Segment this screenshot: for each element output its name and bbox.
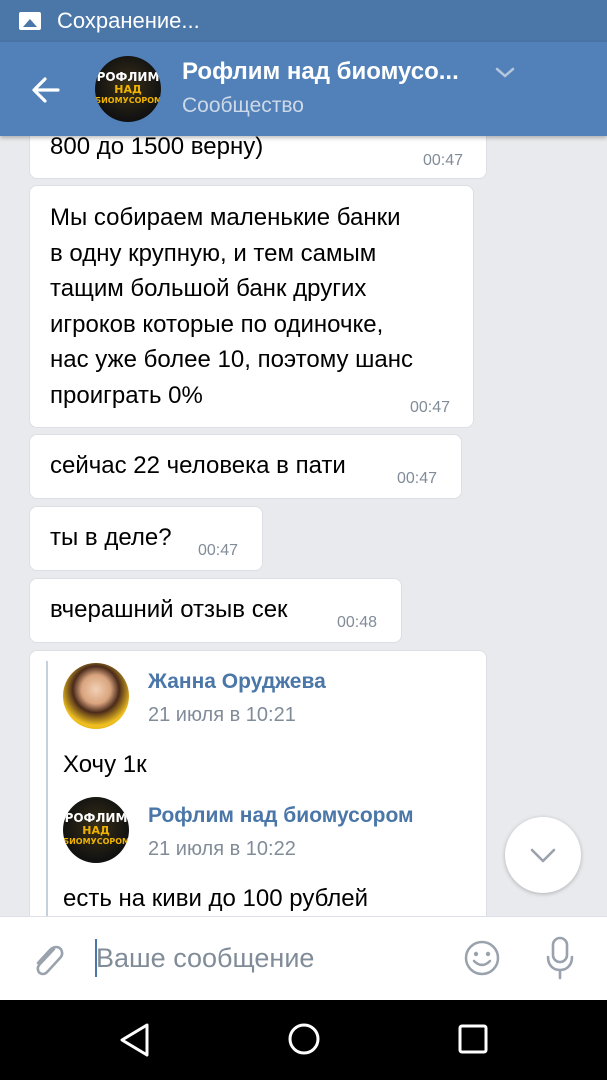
forward-author[interactable]: Жанна Оруджева [148, 670, 326, 694]
nav-recents-icon[interactable] [458, 1024, 488, 1054]
message-text: ты в деле? [50, 524, 172, 551]
logo-line-2: НАД [82, 824, 110, 837]
message-line: нас уже более 10, поэтому шанс [50, 346, 413, 373]
status-text: Сохранение... [57, 8, 200, 33]
message-line: Мы собираем маленькие банки [50, 204, 401, 231]
back-arrow-icon[interactable] [28, 72, 64, 108]
message-bubble[interactable]: ты в деле? 00:47 [29, 506, 263, 571]
message-bubble[interactable]: сейчас 22 человека в пати 00:47 [29, 434, 462, 499]
smile-icon[interactable] [463, 939, 501, 977]
message-time: 00:48 [337, 614, 378, 631]
chat-header: РОФЛИМ НАД БИОМУСОРОМ Рофлим над биомусо… [0, 42, 607, 136]
message-line: в одну крупную, и тем самым [50, 239, 377, 267]
message-line: игроков которые по одиночке, [50, 310, 384, 338]
logo-line-1: РОФЛИМ [64, 811, 128, 825]
nav-back-icon[interactable] [117, 1022, 151, 1058]
forward-date: 21 июля в 10:21 [148, 704, 296, 726]
forward-author[interactable]: Рофлим над биомусором [148, 804, 414, 828]
system-nav-bar [0, 1000, 607, 1080]
message-time: 00:47 [410, 399, 451, 416]
message-list[interactable]: 800 до 1500 верну) 00:47 Мы собираем мал… [0, 136, 607, 916]
forward-quote-line [46, 661, 48, 916]
chat-title[interactable]: Рофлим над биомусо... [182, 58, 459, 86]
scroll-down-button[interactable] [505, 817, 581, 893]
chevron-down-icon[interactable] [494, 66, 516, 80]
chevron-down-icon [530, 848, 556, 863]
forward-text: есть на киви до 100 рублей [63, 885, 369, 912]
forward-date: 21 июля в 10:22 [148, 838, 296, 860]
logo-line-3: БИОМУСОРОМ [95, 96, 161, 105]
image-icon [19, 12, 41, 30]
status-bar: Сохранение... [0, 0, 607, 42]
message-bubble[interactable]: 800 до 1500 верну) 00:47 [29, 136, 487, 179]
chat-subtitle: Сообщество [182, 94, 304, 117]
microphone-icon[interactable] [544, 935, 576, 981]
message-composer [0, 916, 607, 1000]
message-text: вчерашний отзыв сек [50, 596, 288, 623]
message-input[interactable] [96, 937, 436, 979]
message-line: тащим большой банк других [50, 275, 367, 302]
message-bubble[interactable]: Мы собираем маленькие банки в одну крупн… [29, 185, 474, 428]
logo-line-2: НАД [114, 83, 142, 96]
paperclip-icon[interactable] [30, 939, 66, 979]
logo-line-3: БИОМУСОРОМ [63, 837, 129, 846]
avatar[interactable]: РОФЛИМ НАД БИОМУСОРОМ [63, 797, 129, 863]
message-line: проиграть 0% [50, 381, 203, 409]
message-bubble[interactable]: вчерашний отзыв сек 00:48 [29, 578, 402, 643]
forward-text: Хочу 1к [63, 751, 147, 778]
message-time: 00:47 [397, 470, 438, 487]
nav-home-icon[interactable] [287, 1022, 321, 1056]
community-avatar[interactable]: РОФЛИМ НАД БИОМУСОРОМ [95, 56, 161, 122]
message-time: 00:47 [198, 542, 239, 559]
message-text: 800 до 1500 верну) [50, 136, 264, 160]
message-time: 00:47 [423, 152, 464, 169]
message-text: сейчас 22 человека в пати [50, 452, 346, 479]
avatar[interactable] [63, 663, 129, 729]
logo-line-1: РОФЛИМ [96, 70, 160, 84]
